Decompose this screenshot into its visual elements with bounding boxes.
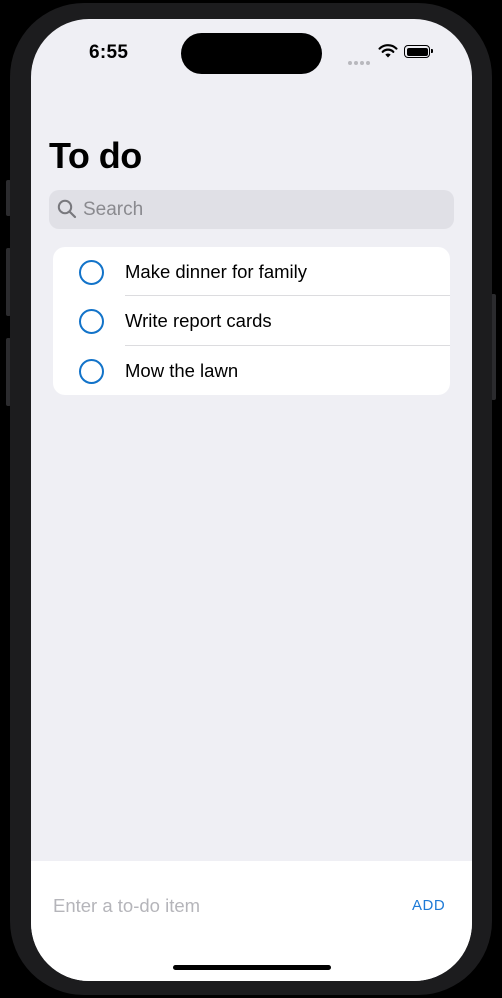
- battery-icon: [404, 45, 433, 58]
- new-todo-input[interactable]: [53, 893, 383, 919]
- composer-bar: ADD: [31, 861, 472, 981]
- todo-item-label: Write report cards: [125, 310, 272, 332]
- wifi-icon: [378, 44, 398, 58]
- checkbox-circle-icon[interactable]: [79, 309, 104, 335]
- dynamic-island: [181, 33, 322, 74]
- status-time: 6:55: [89, 42, 129, 63]
- todo-item-label: Make dinner for family: [125, 261, 307, 282]
- home-indicator: [173, 965, 331, 970]
- status-icons: [348, 43, 448, 65]
- todo-item[interactable]: Mow the lawn: [53, 346, 450, 395]
- todo-item[interactable]: Make dinner for family: [53, 247, 450, 297]
- todo-item[interactable]: Write report cards: [53, 296, 450, 346]
- search-bar[interactable]: [49, 190, 454, 229]
- cellular-signal-icon: [348, 52, 372, 70]
- search-input[interactable]: [83, 190, 443, 229]
- search-icon: [57, 199, 77, 219]
- checkbox-circle-icon[interactable]: [79, 358, 104, 384]
- checkbox-circle-icon[interactable]: [79, 260, 104, 285]
- app-screen: 6:55 To do Make dinner for family Write …: [31, 19, 472, 981]
- page-title: To do: [49, 135, 142, 176]
- todo-item-label: Mow the lawn: [125, 359, 239, 381]
- todo-list: Make dinner for family Write report card…: [53, 247, 450, 395]
- add-button[interactable]: ADD: [412, 897, 445, 914]
